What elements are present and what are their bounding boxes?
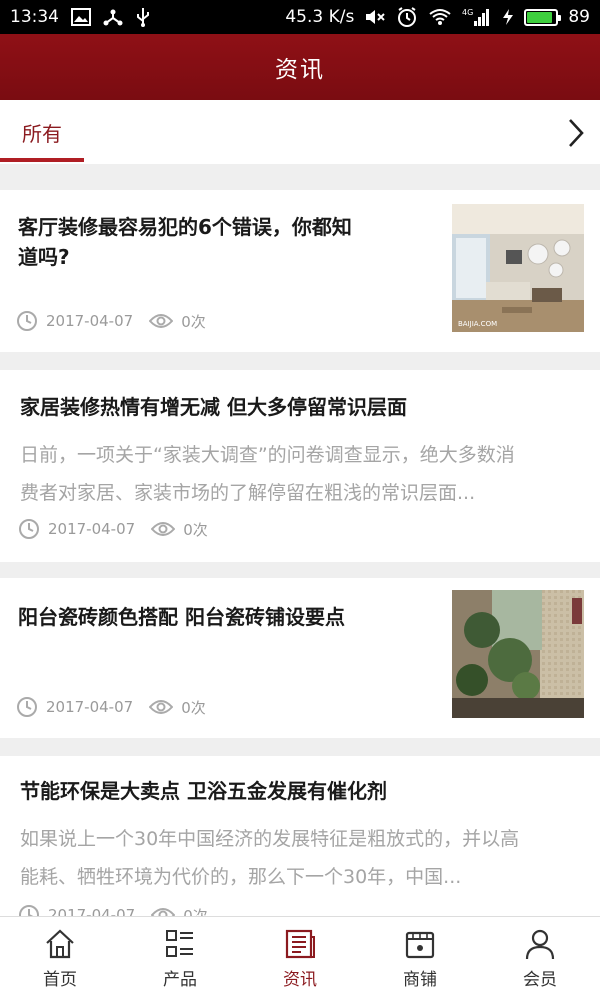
news-views: 0次 [181,312,206,331]
news-title: 客厅装修最容易犯的6个错误，你都知 道吗? [18,215,352,269]
news-meta: 2017-04-07 0次 [16,310,206,332]
news-summary: 日前，一项关于“家装大调查”的问卷调查显示，绝大多数消 费者对家居、家装市场的了… [20,444,515,504]
network-speed: 45.3 K/s [285,7,355,27]
clock-icon [17,311,37,331]
member-icon [525,929,555,960]
nav-home[interactable]: 首页 [0,917,120,1000]
news-item[interactable]: 阳台瓷砖颜色搭配 阳台瓷砖铺设要点 2017-04-07 0次 [0,578,600,738]
share-notification-icon [103,8,123,26]
svg-text:4G: 4G [462,8,473,17]
nav-member[interactable]: 会员 [480,917,600,1000]
nav-products[interactable]: 产品 [120,917,240,1000]
news-title: 节能环保是大卖点 卫浴五金发展有催化剂 [20,779,387,803]
nav-news-label: 资讯 [283,970,317,990]
news-date: 2017-04-07 [46,312,134,330]
nav-shop-label: 商铺 [403,970,437,990]
news-title: 家居装修热情有增无减 但大多停留常识层面 [20,395,407,419]
status-time: 13:34 [10,7,59,27]
clock-icon [19,519,39,539]
eye-icon [149,314,174,328]
battery-icon [524,8,562,26]
nav-member-label: 会员 [523,970,557,990]
nav-products-label: 产品 [163,970,197,990]
mute-icon [364,8,386,26]
news-item[interactable]: 客厅装修最容易犯的6个错误，你都知 道吗? 2017-04-07 0次 BAIJ… [0,190,600,352]
news-date: 2017-04-07 [48,906,136,916]
clock-icon [19,905,39,916]
tab-all[interactable]: 所有 [0,100,84,164]
tab-all-label: 所有 [22,121,62,146]
news-views: 0次 [183,906,208,917]
alarm-icon [396,6,418,28]
news-icon [285,929,315,959]
news-meta: 2017-04-07 0次 [18,904,208,916]
image-watermark: BAIJIA.COM [458,320,497,328]
nav-news[interactable]: 资讯 [240,917,360,1000]
home-icon [46,929,74,959]
page-title: 资讯 [275,57,325,83]
news-thumbnail: BAIJIA.COM [452,204,584,332]
living-room-image: BAIJIA.COM [452,204,584,332]
news-summary: 如果说上一个30年中国经济的发展特征是粗放式的，并以高 能耗、牺牲环境为代价的，… [20,828,520,888]
status-bar: 13:34 45.3 K/s 4G 89 [0,0,600,34]
news-views: 0次 [181,698,206,717]
news-views: 0次 [183,520,208,539]
eye-icon [151,522,176,536]
battery-percent: 89 [568,7,590,27]
signal-4g-icon: 4G [462,7,492,27]
bottom-nav: 首页 产品 资讯 商铺 会员 [0,916,600,1000]
charging-icon [502,8,514,26]
category-tab-bar: 所有 [0,100,600,164]
shop-icon [405,931,435,959]
image-notification-icon [71,8,91,26]
battery-level [527,11,553,23]
chevron-right-icon [569,119,584,147]
eye-icon [151,908,176,916]
news-meta: 2017-04-07 0次 [18,518,208,540]
news-thumbnail [452,590,584,718]
page-header: 资讯 [0,34,600,100]
nav-home-label: 首页 [43,970,77,990]
wifi-icon [428,8,452,26]
product-list-icon [166,930,193,957]
news-date: 2017-04-07 [48,520,136,538]
active-tab-indicator [0,158,84,162]
news-item[interactable]: 节能环保是大卖点 卫浴五金发展有催化剂 如果说上一个30年中国经济的发展特征是粗… [0,756,600,916]
news-meta: 2017-04-07 0次 [16,696,206,718]
nav-shop[interactable]: 商铺 [360,917,480,1000]
news-date: 2017-04-07 [46,698,134,716]
news-item[interactable]: 家居装修热情有增无减 但大多停留常识层面 日前，一项关于“家装大调查”的问卷调查… [0,370,600,562]
eye-icon [149,700,174,714]
balcony-image [452,590,584,718]
more-categories-button[interactable] [560,116,590,150]
news-list: 客厅装修最容易犯的6个错误，你都知 道吗? 2017-04-07 0次 BAIJ… [0,164,600,916]
usb-icon [135,7,151,27]
news-title: 阳台瓷砖颜色搭配 阳台瓷砖铺设要点 [18,605,345,629]
clock-icon [17,697,37,717]
